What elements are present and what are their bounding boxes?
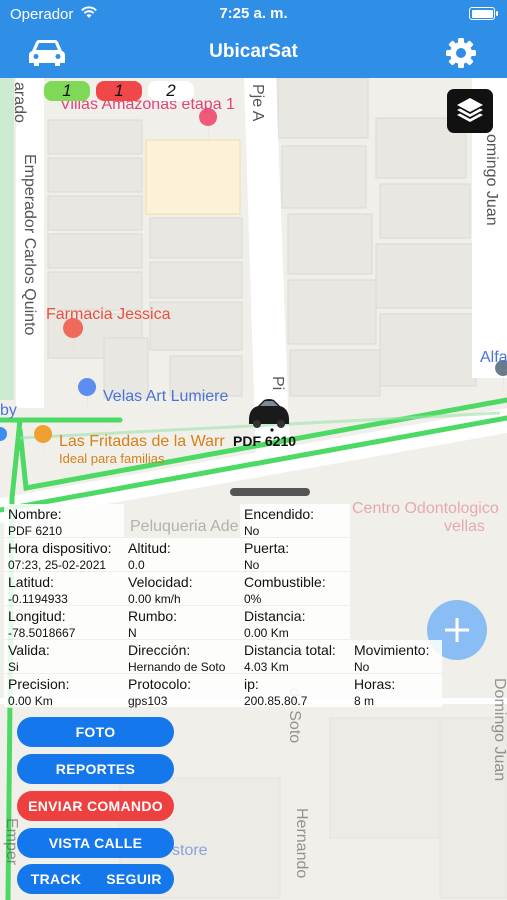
counter-offline: 1 (96, 81, 142, 101)
info-encendido: Encendido: No (240, 504, 350, 538)
battery-icon (469, 7, 498, 20)
clock: 7:25 a. m. (219, 5, 288, 22)
info-direccion: Dirección: Hernando de Soto (124, 640, 240, 674)
info-label: Rumbo: (128, 608, 178, 624)
info-label: Nombre: (8, 506, 62, 522)
info-protocolo: Protocolo: gps103 (124, 674, 240, 708)
info-hora: Hora dispositivo: 07:23, 25-02-2021 (4, 538, 124, 572)
info-velocidad: Velocidad: 0.00 km/h (124, 572, 240, 606)
info-label: Longitud: (8, 608, 66, 624)
reportes-button[interactable]: REPORTES (17, 754, 174, 784)
info-value: No (244, 558, 260, 572)
info-nombre: Nombre: PDF 6210 (4, 504, 124, 538)
vehicle-label: PDF 6210 (233, 433, 297, 449)
info-value: PDF 6210 (8, 524, 63, 538)
info-valida: Valida: Si (4, 640, 124, 674)
info-value: Hernando de Soto (128, 660, 226, 674)
info-puerta: Puerta: No (240, 538, 350, 572)
info-label: Movimiento: (354, 642, 430, 658)
info-label: Hora dispositivo: (8, 540, 112, 556)
layers-icon (457, 98, 483, 122)
info-value: 200.85.80.7 (244, 694, 308, 708)
info-label: Combustible: (244, 574, 326, 590)
info-horas: Horas: 8 m (350, 674, 442, 708)
info-label: Precision: (8, 676, 70, 692)
vehicle-marker[interactable] (244, 394, 294, 432)
info-value: 4.03 Km (244, 660, 289, 674)
map-label-alfa: Alfa (480, 349, 507, 366)
info-value: 0.0 (128, 558, 145, 572)
map-label-pi: Pi (269, 376, 286, 391)
info-value: 8 m (354, 694, 375, 708)
info-label: ip: (244, 676, 259, 692)
info-label: Velocidad: (128, 574, 193, 590)
info-movimiento: Movimiento: No (350, 640, 442, 674)
info-label: Puerta: (244, 540, 290, 556)
info-distancia: Distancia: 0.00 Km (240, 606, 350, 640)
map-label-farmacia: Farmacia Jessica (46, 306, 171, 323)
map-label-emperador: Emperador Carlos Quinto (21, 154, 38, 336)
map-label-arado: arado (11, 82, 28, 123)
map-label-pje-a: Pje A (249, 84, 266, 122)
info-latitud: Latitud: -0.1194933 (4, 572, 124, 606)
info-value: 0.00 km/h (128, 592, 181, 606)
info-precision: Precision: 0.00 Km (4, 674, 124, 708)
info-altitud: Altitud: 0.0 (124, 538, 240, 572)
info-longitud: Longitud: -78.5018667 (4, 606, 124, 640)
info-value: 0.00 Km (244, 626, 289, 640)
gear-icon[interactable] (445, 37, 477, 69)
map-label-domingo-juan: omingo Juan (483, 134, 500, 226)
info-value: gps103 (128, 694, 168, 708)
info-value: 0.00 Km (8, 694, 53, 708)
info-value: 07:23, 25-02-2021 (8, 558, 107, 572)
info-distancia-total: Distancia total: 4.03 Km (240, 640, 350, 674)
map-label-fritadas: Las Fritadas de la Warr (59, 433, 225, 450)
info-value: Si (8, 660, 19, 674)
info-label: Dirección: (128, 642, 191, 658)
info-value: -0.1194933 (8, 592, 68, 606)
track-seguir-group: TRACK SEGUIR (17, 864, 174, 894)
app-title: UbicarSat (209, 41, 298, 62)
sheet-handle[interactable] (230, 488, 310, 496)
info-label: Horas: (354, 676, 396, 692)
info-label: Distancia total: (244, 642, 336, 658)
track-button[interactable]: TRACK (17, 864, 95, 894)
info-value: No (354, 660, 370, 674)
info-value: No (244, 524, 260, 538)
info-label: Encendido: (244, 506, 315, 522)
enviar-comando-button[interactable]: ENVIAR COMANDO (17, 791, 174, 821)
info-value: -78.5018667 (8, 626, 76, 640)
counter-total: 2 (148, 81, 194, 101)
info-value: 0% (244, 592, 262, 606)
status-bar: Operador 7:25 a. m. (0, 0, 507, 28)
info-rumbo: Rumbo: N (124, 606, 240, 640)
layers-button[interactable] (447, 89, 493, 133)
vehicle-info-sheet: Nombre: PDF 6210 Encendido: No Hora disp… (0, 478, 507, 900)
info-label: Valida: (8, 642, 50, 658)
map-label-by: by (0, 402, 17, 419)
info-label: Latitud: (8, 574, 54, 590)
vista-calle-button[interactable]: VISTA CALLE (17, 828, 174, 858)
counter-online: 1 (44, 81, 90, 101)
info-combustible: Combustible: 0% (240, 572, 350, 606)
info-value: N (128, 626, 137, 640)
info-ip: ip: 200.85.80.7 (240, 674, 350, 708)
info-label: Protocolo: (128, 676, 192, 692)
map-label-velas: Velas Art Lumiere (103, 388, 229, 405)
map-label-fritadas-sub: Ideal para familias (59, 451, 165, 466)
app-header: UbicarSat (0, 28, 507, 78)
info-label: Altitud: (128, 540, 171, 556)
foto-button[interactable]: FOTO (17, 717, 174, 747)
info-label: Distancia: (244, 608, 306, 624)
seguir-button[interactable]: SEGUIR (95, 864, 173, 894)
